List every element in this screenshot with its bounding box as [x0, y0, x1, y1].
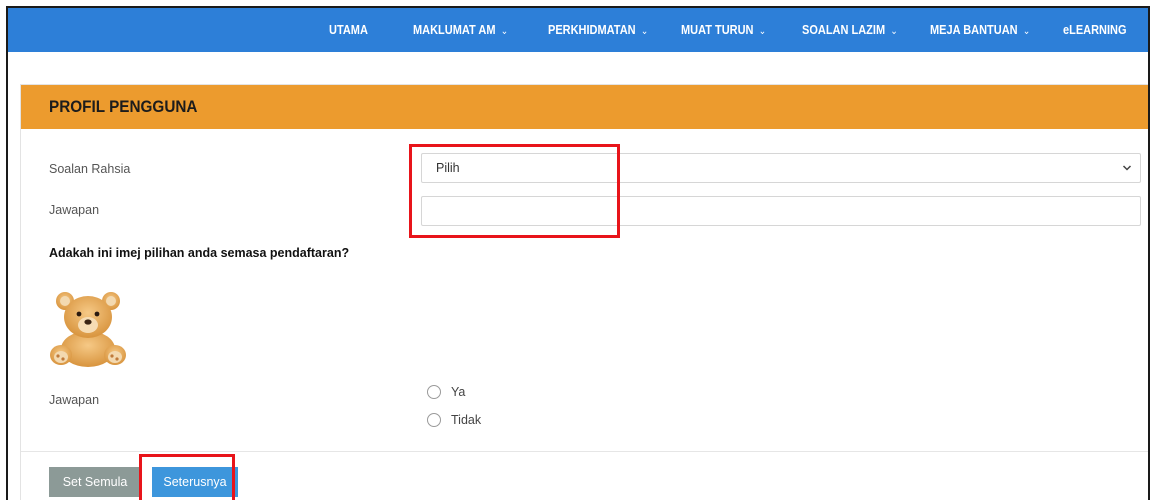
nav-label: eLEARNING	[1063, 23, 1127, 37]
reset-button[interactable]: Set Semula	[49, 467, 141, 497]
panel-heading: PROFIL PENGGUNA	[21, 85, 1148, 129]
image-question-text: Adakah ini imej pilihan anda semasa pend…	[49, 246, 350, 260]
browser-frame: UTAMA MAKLUMAT AM ⌄ PERKHIDMATAN ⌄ MUAT TU…	[6, 6, 1150, 500]
chevron-down-icon: ⌄	[1022, 26, 1031, 37]
nav-label: PERKHIDMATAN	[548, 23, 636, 37]
nav-label: MUAT TURUN	[681, 23, 754, 37]
teddy-bear-icon	[50, 292, 126, 367]
chevron-down-icon: ⌄	[640, 26, 649, 37]
image-answer-label: Jawapan	[49, 393, 100, 407]
chevron-down-icon: ⌄	[890, 26, 898, 37]
nav-item-meja-bantuan[interactable]: MEJA BANTUAN ⌄	[930, 8, 1030, 52]
answer-label: Jawapan	[49, 203, 100, 217]
radio-ya[interactable]	[427, 385, 441, 399]
nav-label: SOALAN LAZIM	[802, 23, 886, 37]
nav-label: UTAMA	[329, 23, 368, 37]
nav-label: MAKLUMAT AM	[413, 23, 496, 37]
next-button[interactable]: Seterusnya	[152, 467, 238, 497]
secret-question-label: Soalan Rahsia	[49, 162, 131, 176]
chevron-down-icon: ⌄	[758, 26, 767, 37]
radio-tidak[interactable]	[427, 413, 441, 427]
top-navbar: UTAMA MAKLUMAT AM ⌄ PERKHIDMATAN ⌄ MUAT TU…	[8, 8, 1148, 52]
secret-question-select[interactable]: Pilih	[421, 153, 1141, 183]
panel-title: PROFIL PENGGUNA	[49, 97, 198, 116]
nav-item-utama[interactable]: UTAMA	[329, 8, 368, 52]
chevron-down-icon: ⌄	[500, 26, 509, 37]
chevron-down-icon	[1122, 165, 1132, 171]
nav-item-muat-turun[interactable]: MUAT TURUN ⌄	[681, 8, 766, 52]
nav-item-perkhidmatan[interactable]: PERKHIDMATAN ⌄	[548, 8, 648, 52]
radio-ya-label: Ya	[451, 385, 466, 399]
radio-tidak-label: Tidak	[451, 413, 482, 427]
secret-question-value: Pilih	[436, 161, 460, 175]
divider	[21, 451, 1148, 452]
nav-item-elearning[interactable]: eLEARNING	[1063, 8, 1127, 52]
nav-label: MEJA BANTUAN	[930, 23, 1018, 37]
profile-panel: PROFIL PENGGUNA Soalan Rahsia Pilih Jawa…	[20, 84, 1148, 500]
answer-input[interactable]	[421, 196, 1141, 226]
nav-item-soalan-lazim[interactable]: SOALAN LAZIM ⌄	[802, 8, 898, 52]
nav-item-maklumat-am[interactable]: MAKLUMAT AM ⌄	[413, 8, 508, 52]
